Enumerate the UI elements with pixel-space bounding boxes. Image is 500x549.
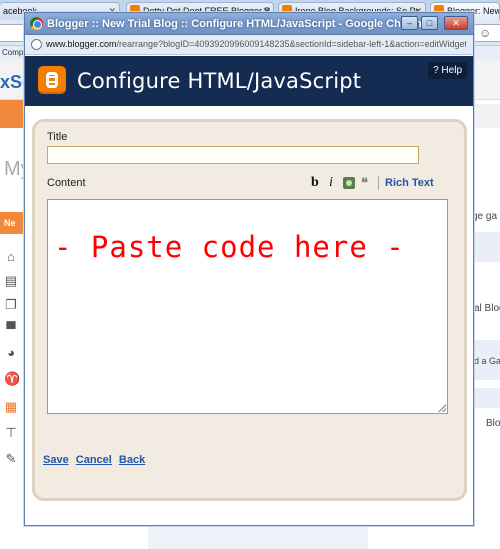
bold-icon[interactable]: b bbox=[311, 175, 319, 191]
background-right-text: Blo bbox=[486, 418, 500, 429]
widget-form-panel: Title Content b i ❝ Rich Text - Paste co… bbox=[32, 119, 467, 501]
rich-text-link[interactable]: Rich Text bbox=[385, 175, 434, 191]
blockquote-icon[interactable]: ❝ bbox=[361, 175, 368, 191]
blogger-header: Configure HTML/JavaScript ? Help bbox=[25, 56, 473, 106]
popup-url[interactable]: www.blogger.com/rearrange?blogID=4093920… bbox=[46, 35, 466, 54]
back-button[interactable]: Back bbox=[119, 454, 145, 466]
content-label: Content bbox=[47, 177, 86, 189]
posts-icon[interactable]: ▤ bbox=[4, 274, 18, 288]
title-input[interactable] bbox=[47, 146, 419, 164]
save-button[interactable]: Save bbox=[43, 454, 69, 466]
minimize-button[interactable]: – bbox=[401, 16, 418, 30]
comments-icon[interactable]: ▀ bbox=[4, 322, 18, 336]
popup-title-bar[interactable]: Blogger :: New Trial Blog :: Configure H… bbox=[25, 13, 473, 35]
page-title: Configure HTML/JavaScript bbox=[77, 69, 362, 93]
italic-icon[interactable]: i bbox=[329, 175, 333, 191]
earnings-trophy-icon[interactable]: ♈ bbox=[4, 372, 20, 386]
page-info-icon[interactable] bbox=[31, 39, 42, 50]
home-icon[interactable]: ⌂ bbox=[4, 250, 18, 264]
cancel-button[interactable]: Cancel bbox=[76, 454, 112, 466]
paste-code-placeholder: - Paste code here - bbox=[54, 230, 405, 264]
template-icon[interactable]: ⊤ bbox=[4, 426, 18, 440]
title-label: Title bbox=[47, 131, 68, 143]
content-textarea[interactable]: - Paste code here - bbox=[47, 199, 448, 414]
popup-window-title: Blogger :: New Trial Blog :: Configure H… bbox=[47, 18, 428, 30]
close-window-button[interactable]: ✕ bbox=[444, 16, 468, 30]
background-orange-button[interactable] bbox=[0, 100, 24, 128]
background-right-block bbox=[472, 388, 500, 408]
background-right-text: al Blog bbox=[474, 303, 500, 314]
resize-grip-icon[interactable] bbox=[438, 404, 446, 412]
help-button[interactable]: ? Help bbox=[428, 62, 467, 79]
pages-icon[interactable]: ❐ bbox=[4, 298, 18, 312]
popup-url-bar[interactable]: www.blogger.com/rearrange?blogID=4093920… bbox=[25, 35, 473, 55]
background-header-right-box bbox=[472, 104, 500, 128]
background-right-block bbox=[472, 232, 500, 262]
insert-image-icon[interactable] bbox=[343, 177, 355, 189]
smiley-icon: ☺ bbox=[479, 26, 492, 40]
background-new-post-button[interactable]: Ne bbox=[0, 212, 26, 234]
form-actions: Save Cancel Back bbox=[43, 454, 149, 470]
layout-icon[interactable]: ▦ bbox=[4, 400, 18, 414]
background-right-text: ge ga bbox=[472, 211, 498, 222]
settings-wrench-icon[interactable]: ✎ bbox=[4, 452, 18, 466]
blogger-logo-icon bbox=[38, 66, 66, 94]
chrome-logo-icon bbox=[30, 17, 43, 30]
url-path: /rearrange?blogID=4093920996009148235&se… bbox=[116, 39, 466, 49]
toolbar-divider bbox=[378, 176, 379, 190]
background-right-text: d a Ga bbox=[474, 356, 500, 366]
background-page-icon[interactable]: ☺ bbox=[472, 24, 500, 42]
maximize-button[interactable]: □ bbox=[421, 16, 438, 30]
background-bottom-strip bbox=[148, 526, 368, 549]
configure-popup-window: Blogger :: New Trial Blog :: Configure H… bbox=[24, 12, 474, 526]
url-host: www.blogger.com bbox=[46, 39, 117, 49]
editor-toolbar: b i ❝ Rich Text bbox=[311, 175, 461, 191]
stats-icon[interactable]: ◕ bbox=[4, 346, 18, 360]
popup-page: Configure HTML/JavaScript ? Help Title C… bbox=[25, 56, 473, 525]
